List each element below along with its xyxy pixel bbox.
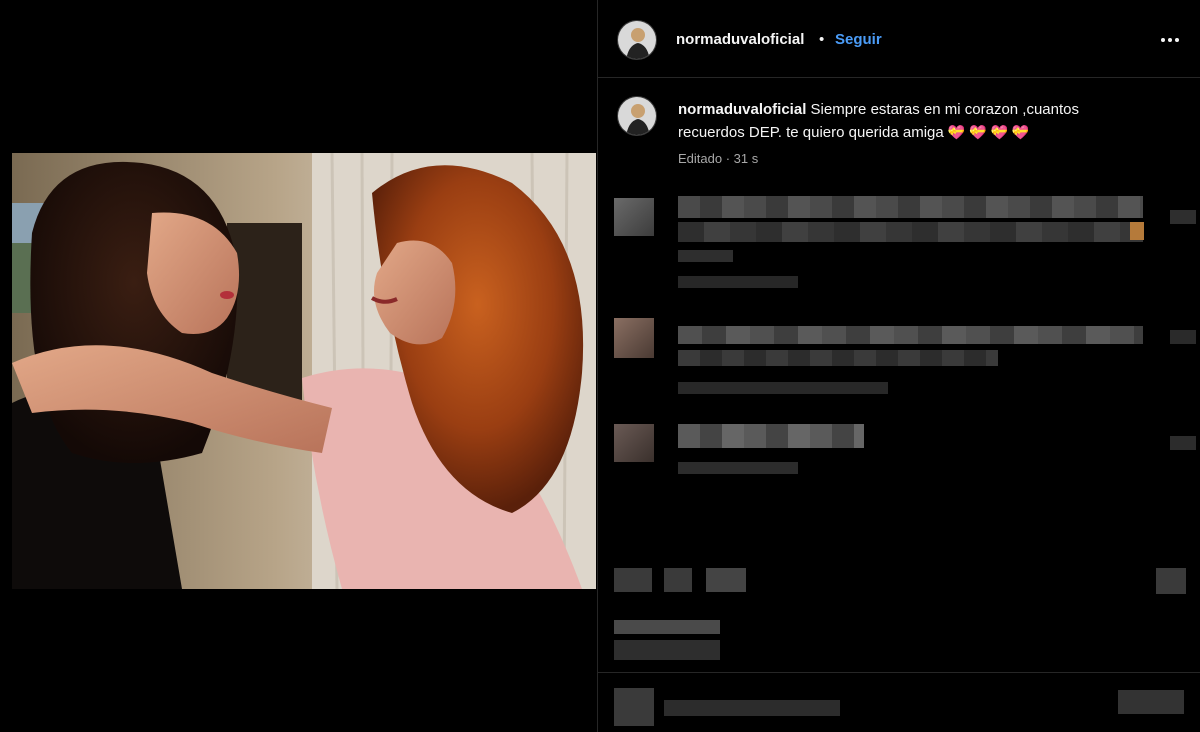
action-icons-redacted bbox=[706, 568, 746, 592]
action-icons-redacted bbox=[664, 568, 692, 592]
comment-avatar bbox=[614, 424, 654, 462]
header-username[interactable]: normaduvaloficial bbox=[676, 31, 804, 48]
caption-meta: Editado · 31 s bbox=[678, 151, 759, 166]
post-caption: normaduvaloficial Siempre estaras en mi … bbox=[678, 98, 1148, 144]
likes-count-redacted bbox=[614, 620, 720, 634]
caption-username[interactable]: normaduvaloficial bbox=[678, 101, 806, 118]
comment-input-divider bbox=[598, 672, 1200, 673]
caption-avatar[interactable] bbox=[617, 96, 657, 136]
emoji-icon[interactable] bbox=[614, 688, 654, 726]
likes-count-redacted bbox=[614, 640, 720, 660]
comment-meta-redacted bbox=[678, 462, 798, 474]
comment-text-redacted bbox=[678, 424, 864, 448]
follow-button[interactable]: Seguir bbox=[835, 31, 882, 48]
comment-text-redacted bbox=[678, 326, 1143, 344]
comment-text-redacted bbox=[678, 222, 1143, 242]
like-icon[interactable] bbox=[1170, 330, 1196, 344]
post-media bbox=[0, 0, 597, 732]
post-button[interactable] bbox=[1118, 690, 1184, 714]
post-photo[interactable] bbox=[12, 153, 596, 589]
caption-text-line1: Siempre estaras en mi corazon ,cuantos bbox=[806, 101, 1080, 118]
comment-emoji-redacted bbox=[1130, 222, 1144, 240]
like-icon[interactable] bbox=[1170, 436, 1196, 450]
comment-avatar bbox=[614, 198, 654, 236]
comment-meta-redacted bbox=[678, 382, 888, 394]
more-horizontal-icon[interactable] bbox=[1158, 28, 1182, 52]
post-header: normaduvaloficial • Seguir bbox=[598, 0, 1200, 78]
action-icons-redacted bbox=[614, 568, 652, 592]
comment-text-redacted bbox=[678, 350, 998, 366]
comment-text-redacted bbox=[678, 196, 1143, 218]
bookmark-icon[interactable] bbox=[1156, 568, 1186, 594]
comment-meta-redacted bbox=[678, 276, 798, 288]
post-side-panel: normaduvaloficial • Seguir normaduvalofi… bbox=[597, 0, 1200, 732]
heart-emoji-icon: 💝 💝 💝 💝 bbox=[947, 124, 1030, 140]
caption-text-line2: recuerdos DEP. te quiero querida amiga bbox=[678, 124, 948, 141]
comment-input[interactable] bbox=[664, 700, 840, 716]
comment-avatar bbox=[614, 318, 654, 358]
like-icon[interactable] bbox=[1170, 210, 1196, 224]
comment-meta-redacted bbox=[678, 250, 733, 262]
avatar[interactable] bbox=[617, 20, 657, 60]
header-separator: • bbox=[819, 31, 825, 48]
